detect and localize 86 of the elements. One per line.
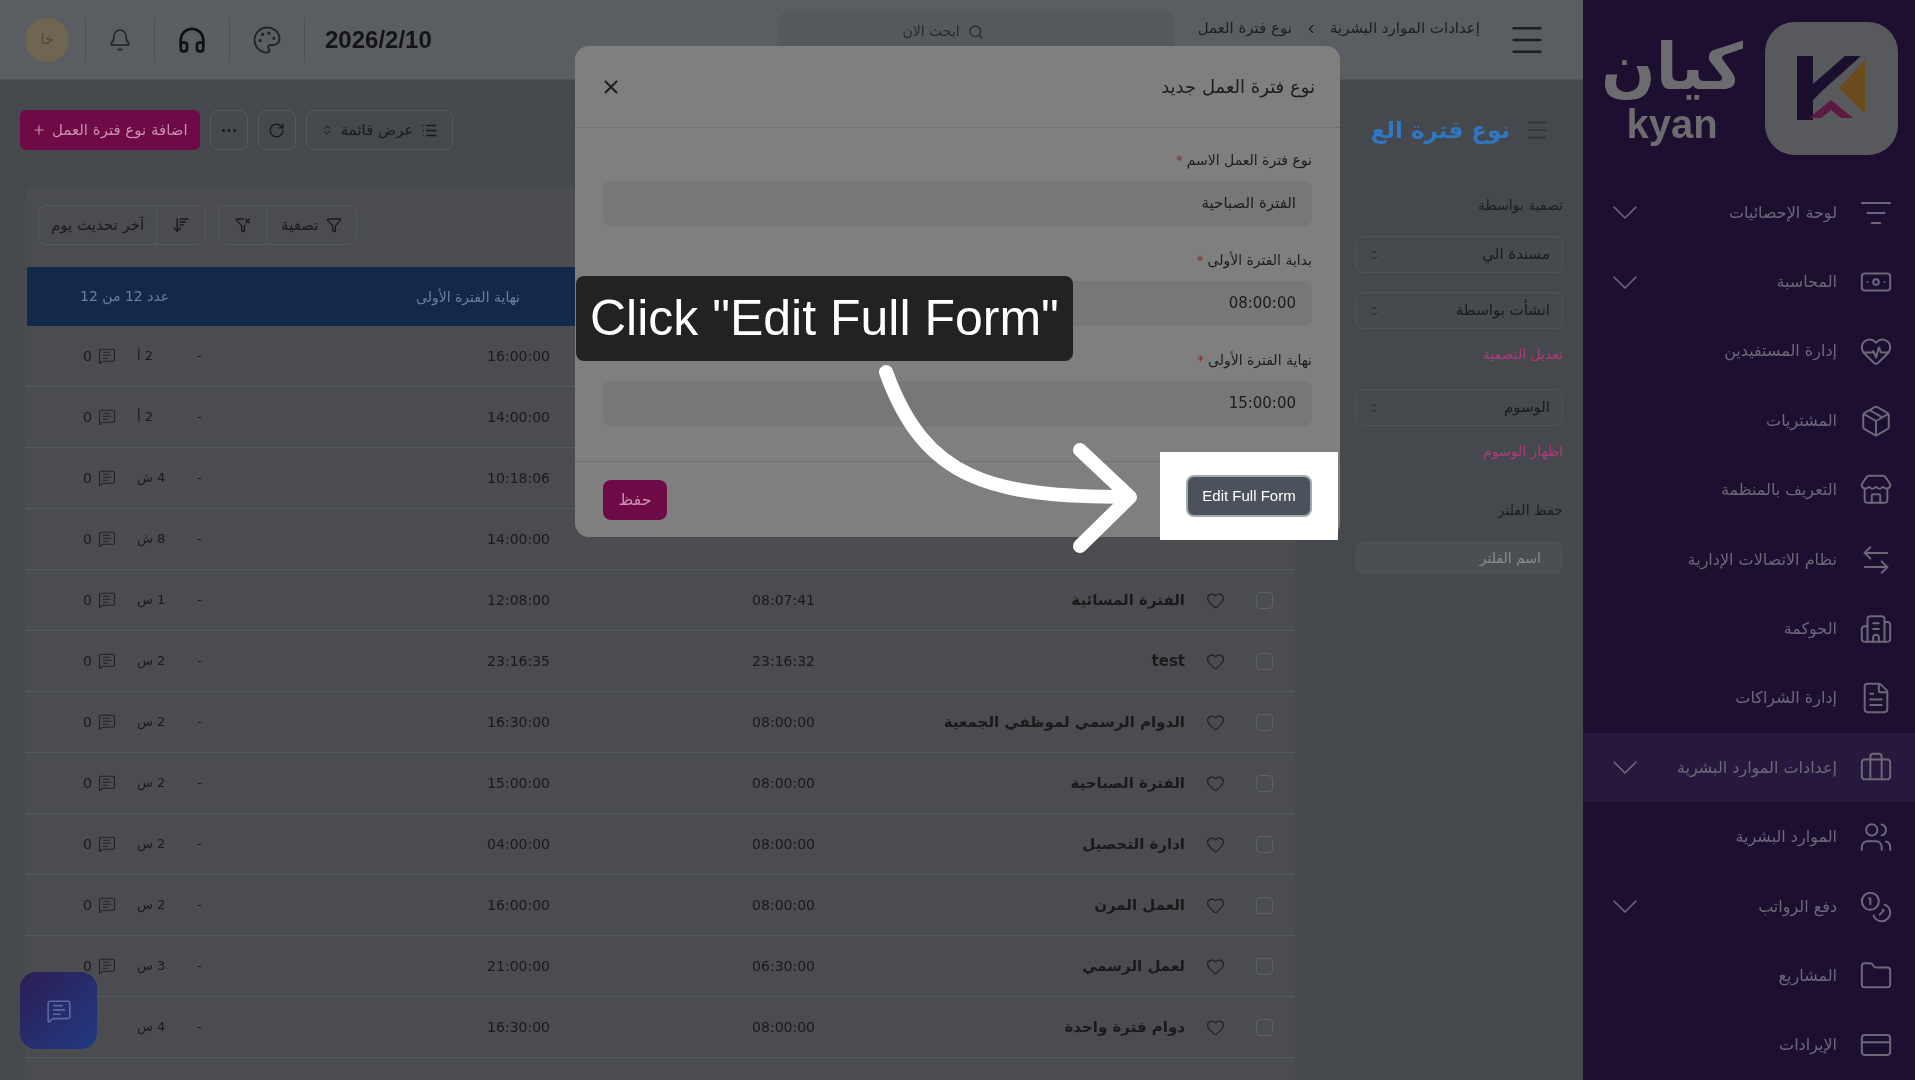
bell-icon[interactable] bbox=[108, 27, 132, 52]
heart-icon[interactable] bbox=[1205, 834, 1225, 854]
table-cell-text: - bbox=[197, 530, 202, 549]
filter-icon bbox=[326, 217, 343, 233]
sidebar-item[interactable]: إدارة المستفيدين bbox=[1583, 316, 1915, 387]
sidebar-item[interactable]: دفع الرواتب bbox=[1583, 871, 1915, 942]
chat-icon bbox=[45, 997, 72, 1024]
text-field[interactable]: 15:00:00 bbox=[603, 381, 1312, 426]
sidebar-item[interactable]: المشتريات bbox=[1583, 386, 1915, 456]
more-button[interactable] bbox=[209, 110, 248, 150]
modal-title: نوع فترة العمل جديد bbox=[1161, 75, 1315, 100]
sidebar-item[interactable]: المحاسبة bbox=[1583, 247, 1915, 317]
sort-icon bbox=[172, 216, 191, 234]
table-cell-text: - bbox=[197, 1018, 202, 1037]
page-title: نوع فترة الع bbox=[1370, 115, 1510, 146]
breadcrumb-link[interactable]: إعدادات الموارد البشرية bbox=[1329, 17, 1480, 40]
comment-icon[interactable] bbox=[97, 591, 116, 609]
chat-button[interactable] bbox=[20, 972, 97, 1049]
logo-text: كيان bbox=[1601, 32, 1743, 102]
heart-icon[interactable] bbox=[1205, 590, 1225, 610]
chevron-icon bbox=[1613, 275, 1637, 289]
comment-icon[interactable] bbox=[97, 408, 116, 426]
field-label: بداية الفترة الأولى * bbox=[1195, 250, 1312, 271]
edit-full-form-button[interactable]: Edit Full Form bbox=[1186, 475, 1312, 517]
table-cell-text: - bbox=[197, 347, 202, 366]
logo-icon bbox=[1765, 22, 1898, 155]
text-field[interactable]: الفترة الصباحية bbox=[603, 181, 1312, 226]
sidebar-item[interactable]: إدارة الشراكات bbox=[1583, 663, 1915, 734]
heart-icon[interactable] bbox=[1205, 651, 1225, 671]
table-cell-text: - bbox=[197, 408, 202, 427]
sidebar-item[interactable]: الموارد البشرية bbox=[1583, 802, 1915, 872]
sidebar-item[interactable]: الحوكمة bbox=[1583, 594, 1915, 664]
date-label: 2026/2/10 bbox=[324, 24, 432, 55]
filter-name-field[interactable]: اسم الفلتر bbox=[1355, 541, 1563, 574]
table-cell-text: - bbox=[197, 774, 202, 793]
column-header: عدد 12 من 12 bbox=[80, 287, 170, 307]
table-cell-text: - bbox=[197, 957, 202, 976]
comment-icon[interactable] bbox=[97, 713, 116, 731]
table-cell-text: - bbox=[197, 896, 202, 915]
heart-icon[interactable] bbox=[1205, 1017, 1225, 1037]
sidebar-item[interactable]: نظام الاتصالات الإدارية bbox=[1583, 524, 1915, 595]
sort-order-button[interactable] bbox=[156, 205, 207, 245]
field-label: نهاية الفترة الأولى * bbox=[1196, 350, 1312, 371]
breadcrumb-link[interactable]: نوع فترة العمل bbox=[1197, 17, 1292, 40]
comment-icon[interactable] bbox=[97, 469, 116, 487]
search-icon bbox=[967, 23, 984, 40]
logo-latin-text: kyan bbox=[1626, 102, 1718, 146]
more-icon bbox=[221, 128, 236, 132]
table-cell-text: - bbox=[197, 835, 202, 854]
comment-icon[interactable] bbox=[97, 896, 116, 914]
sidebar-item[interactable]: إعدادات الموارد البشرية bbox=[1583, 733, 1915, 803]
sidebar-item[interactable]: المشاريع bbox=[1583, 941, 1915, 1011]
comment-icon[interactable] bbox=[97, 652, 116, 670]
tooltip: Click "Edit Full Form" bbox=[576, 276, 1073, 361]
plus-icon bbox=[32, 123, 46, 137]
sidebar-item[interactable]: الإيرادات bbox=[1583, 1010, 1915, 1080]
headset-icon[interactable] bbox=[177, 24, 207, 55]
heart-icon[interactable] bbox=[1205, 895, 1225, 915]
palette-icon[interactable] bbox=[252, 24, 282, 55]
package-icon bbox=[1859, 403, 1893, 438]
filter-clear-icon bbox=[234, 217, 251, 233]
refresh-icon bbox=[268, 121, 286, 139]
heart-icon[interactable] bbox=[1205, 773, 1225, 793]
clear-filter-button[interactable] bbox=[218, 205, 267, 245]
table-cell-text: - bbox=[197, 652, 202, 671]
heart-icon[interactable] bbox=[1205, 712, 1225, 732]
sidebar-item[interactable]: لوحة الإحصائيات bbox=[1583, 177, 1915, 248]
chevron-icon bbox=[1613, 206, 1637, 220]
column-header: نهاية الفترة الأولى bbox=[416, 288, 520, 305]
comment-icon[interactable] bbox=[97, 957, 116, 975]
table-cell-text: - bbox=[197, 469, 202, 488]
comment-icon[interactable] bbox=[97, 530, 116, 548]
comment-icon[interactable] bbox=[97, 347, 116, 365]
refresh-button[interactable] bbox=[257, 110, 296, 150]
table-cell-text: - bbox=[197, 713, 202, 732]
heart-icon[interactable] bbox=[1205, 956, 1225, 976]
coins-icon bbox=[1859, 889, 1893, 924]
sidebar-item[interactable]: التعريف بالمنظمة bbox=[1583, 455, 1915, 525]
chevron-icon bbox=[1613, 900, 1637, 913]
chevron-icon bbox=[1613, 761, 1637, 775]
save-button[interactable]: حفظ bbox=[603, 479, 667, 520]
comment-icon[interactable] bbox=[97, 774, 116, 792]
add-button[interactable]: اضافة نوع فترة العمل bbox=[20, 110, 200, 150]
field-label: نوع فترة العمل الاسم * bbox=[1174, 151, 1312, 171]
table-cell-text: - bbox=[197, 591, 202, 610]
comment-icon[interactable] bbox=[97, 835, 116, 853]
